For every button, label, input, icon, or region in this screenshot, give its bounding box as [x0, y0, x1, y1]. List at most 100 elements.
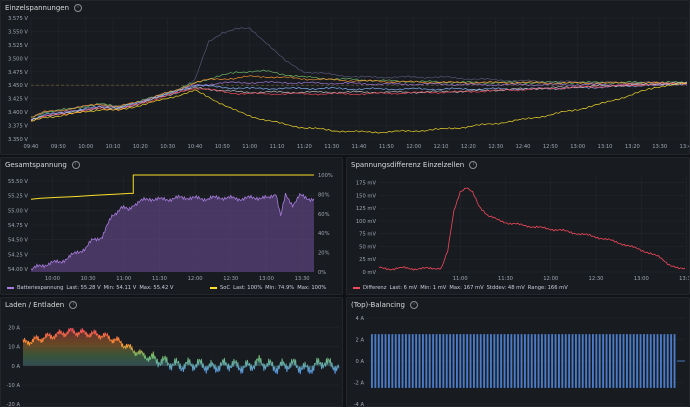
balancing-pulse — [541, 334, 543, 388]
panel-balancing: (Top)-Balancing i 4 A2 A0 A -2 A -4 A — [346, 297, 690, 407]
panel-laden-entladen: Laden / Entladen i 20 A 10 A0 A -10 A -20 A — [0, 297, 343, 407]
balancing-pulse — [554, 334, 557, 388]
x-tick-label: 12:00 — [543, 276, 558, 282]
balancing-pulse — [649, 334, 652, 388]
y-tick-label: 175 mV — [356, 181, 377, 187]
balancing-pulse — [405, 334, 407, 388]
balancing-pulse — [595, 334, 598, 388]
balancing-pulse — [466, 334, 469, 388]
balancing-pulse — [547, 334, 550, 388]
x-tick-label: 10:00 — [78, 144, 93, 150]
x-tick-label: 12:30 — [589, 276, 604, 282]
balancing-pulse — [666, 334, 669, 388]
balancing-pulse — [425, 334, 428, 388]
balancing-pulse — [622, 334, 625, 388]
y2-tick-label: 0% — [318, 270, 326, 276]
balancing-pulse — [371, 334, 373, 388]
balancing-pulse — [418, 334, 421, 388]
legend-differenz[interactable]: Differenz Last: 6 mV Min: 1 mV Max: 167 … — [353, 285, 568, 291]
balancing-pulse — [537, 334, 540, 388]
panel-gesamtspannung: Gesamtspannung i 55.50 V 55.25 V 55.00 V 54… — [0, 157, 343, 295]
y-tick-label: 3.550 V — [8, 29, 28, 35]
legend-soc[interactable]: SoC Last: 100% Min: 74.9% Max: 100% — [210, 285, 326, 291]
legend-last: Last: 100% — [233, 285, 263, 291]
y-tick-label: 3.350 V — [8, 137, 28, 143]
y-tick-label: 3.400 V — [8, 110, 28, 116]
x-tick-label: 12:00 — [188, 276, 203, 282]
x-tick-label: 10:30 — [81, 276, 96, 282]
balancing-pulse — [517, 334, 520, 388]
x-tick-label: 12:30 — [488, 144, 503, 150]
y-tick-label: 54.00 V — [8, 267, 28, 273]
y-tick-label: 3.575 V — [8, 16, 28, 22]
balancing-pulse — [483, 334, 486, 388]
balancing-pulse — [629, 334, 632, 388]
x-tick-label: 11:30 — [324, 144, 339, 150]
x-tick-label: 13:20 — [625, 144, 640, 150]
x-tick-label: 11:30 — [498, 276, 513, 282]
legend-max: Max: 100% — [297, 285, 327, 291]
balancing-pulse — [439, 334, 441, 388]
x-tick-label: 10:30 — [160, 144, 175, 150]
y-tick-label: 20 A — [8, 326, 20, 332]
balancing-pulse — [507, 334, 509, 388]
y2-tick-label: 60% — [318, 212, 330, 218]
x-tick-label: 10:00 — [45, 276, 60, 282]
balancing-pulse — [527, 334, 530, 388]
x-tick-label: 10:50 — [215, 144, 230, 150]
x-tick-label: 13:30 — [295, 276, 310, 282]
balancing-pulse — [486, 334, 489, 388]
balancing-pulse — [493, 334, 496, 388]
balancing-pulse — [585, 334, 588, 388]
legend-batteriespannung[interactable]: Batteriespannung Last: 55.28 V Min: 54.1… — [7, 285, 173, 291]
y-tick-label: 0 A — [356, 359, 365, 365]
balancing-pulse — [643, 334, 645, 388]
balancing-pulse — [663, 334, 666, 388]
balancing-pulse — [391, 334, 394, 388]
legend-stddev: Stddev: 48 mV — [486, 285, 525, 291]
y-tick-label: 10 A — [8, 345, 20, 351]
balancing-pulse — [609, 334, 611, 388]
balancing-pulse — [612, 334, 615, 388]
x-tick-label: 13:10 — [598, 144, 613, 150]
y-tick-label: -2 A — [354, 381, 365, 387]
legend-label: Batteriespannung — [17, 285, 64, 291]
x-tick-label: 11:50 — [379, 144, 394, 150]
balancing-pulse — [456, 334, 458, 388]
chart-einzelspannungen: 3.575 V 3.550 V 3.525 V 3.500 V 3.475 V 3.450… — [8, 16, 690, 150]
balancing-pulse — [520, 334, 523, 388]
balancing-pulse — [500, 334, 503, 388]
y-tick-label: -4 A — [354, 402, 365, 407]
y-tick-label: 3.500 V — [8, 56, 28, 62]
balancing-pulse — [401, 334, 404, 388]
x-tick-label: 12:30 — [223, 276, 238, 282]
legend-max: Max: 55.42 V — [139, 285, 174, 291]
balancing-pulse — [636, 334, 639, 388]
balancing-pulse — [510, 334, 513, 388]
legend-swatch — [210, 287, 217, 289]
balancing-pulse — [534, 334, 537, 388]
x-tick-label: 09:40 — [24, 144, 39, 150]
x-tick-label: 13:40 — [680, 144, 690, 150]
y2-tick-label: 20% — [318, 251, 330, 257]
y-tick-label: 100 mV — [356, 219, 377, 225]
chart-spannungsdifferenz: 175 mV 150 mV 125 mV 100 mV 75 mV 50 mV 25 mV 0… — [356, 175, 689, 282]
balancing-pulse — [571, 334, 574, 388]
y-tick-label: 3.450 V — [8, 83, 28, 89]
balancing-pulse — [473, 334, 475, 388]
balancing-pulse — [670, 334, 673, 388]
balancing-pulse — [428, 334, 431, 388]
balancing-pulse — [605, 334, 608, 388]
balancing-pulse — [673, 334, 676, 388]
balancing-pulse — [568, 334, 571, 388]
chart-balancing: 4 A 2 A 0 A -2 A -4 A — [354, 316, 685, 407]
balancing-pulse — [619, 334, 622, 388]
x-tick-label: 12:10 — [434, 144, 449, 150]
legend-label: Differenz — [363, 285, 387, 291]
balancing-pulse — [530, 334, 533, 388]
balancing-pulse — [602, 334, 605, 388]
y2-tick-label: 100% — [318, 173, 333, 179]
legend-max: Max: 167 mV — [449, 285, 484, 291]
balancing-pulse — [432, 334, 435, 388]
balancing-pulse — [388, 334, 390, 388]
